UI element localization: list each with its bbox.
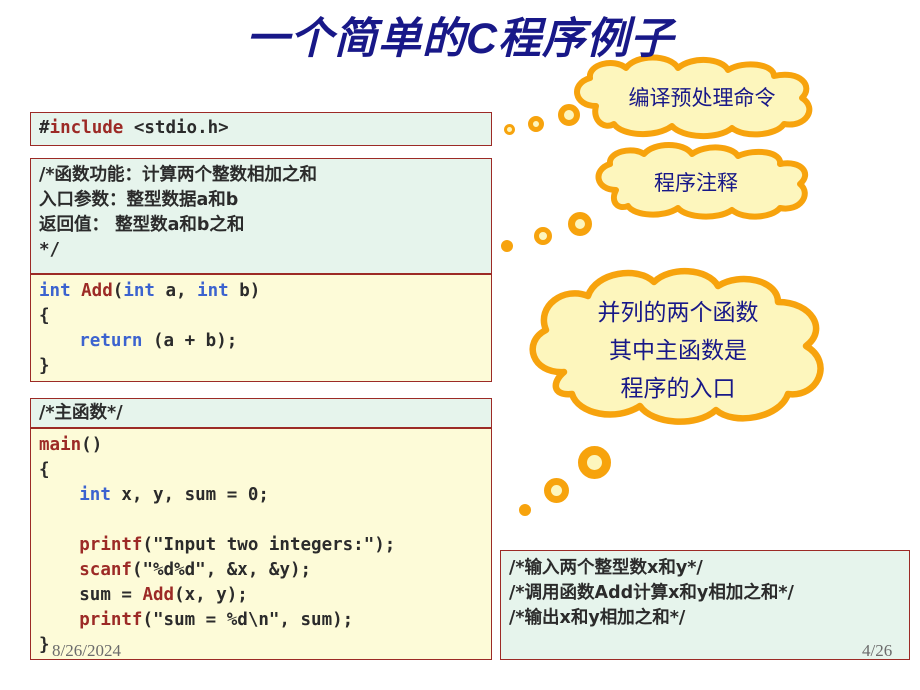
thought-bubble-small-c2 bbox=[544, 478, 569, 503]
sum-assignment-prefix: sum = bbox=[79, 585, 143, 605]
function-call-printf-result: printf bbox=[79, 610, 143, 630]
scanf-args: ("%d%d", &x, &y); bbox=[131, 560, 312, 580]
func-doc-line-4: */ bbox=[39, 240, 61, 260]
keyword-int-return: int bbox=[39, 281, 71, 301]
printf-prompt-args: ("Input two integers:"); bbox=[142, 535, 396, 555]
side-doc-line-2: /*调用函数Add计算x和y相加之和*/ bbox=[509, 583, 794, 603]
func-doc-line-1: /*函数功能：计算两个整数相加之和 bbox=[39, 165, 318, 185]
thought-bubble-small-b2 bbox=[534, 227, 552, 245]
add-return-expression: (a + b); bbox=[142, 331, 238, 351]
callout-preprocess-directive: 编译预处理命令 bbox=[552, 54, 852, 140]
include-hash: # bbox=[39, 118, 50, 138]
add-open-brace: { bbox=[39, 306, 50, 326]
thought-bubble-small-a1 bbox=[504, 124, 515, 135]
page-title: 一个简单的C程序例子 bbox=[245, 15, 675, 63]
main-printf-result-line: printf("sum = %d\n", sum); bbox=[39, 608, 491, 633]
function-name-add: Add bbox=[70, 281, 113, 301]
main-declaration-line: int x, y, sum = 0; bbox=[39, 483, 491, 508]
add-close-brace: } bbox=[39, 356, 50, 376]
main-scanf-line: scanf("%d%d", &x, &y); bbox=[39, 558, 491, 583]
add-return-line: return (a + b); bbox=[39, 329, 491, 354]
thought-bubble-small-c1 bbox=[519, 504, 531, 516]
thought-bubble-small-a2 bbox=[528, 116, 544, 132]
main-open-brace: { bbox=[39, 460, 50, 480]
main-parens: () bbox=[81, 435, 103, 455]
include-directive: include bbox=[49, 118, 124, 138]
add-paren-open: ( bbox=[112, 281, 124, 301]
printf-result-args: ("sum = %d\n", sum); bbox=[142, 610, 354, 630]
comment-block-function-doc: /*函数功能：计算两个整数相加之和 入口参数：整型数据a和b 返回值： 整型数a… bbox=[30, 158, 492, 274]
keyword-return: return bbox=[79, 331, 143, 351]
side-doc-line-1: /*输入两个整型数x和y*/ bbox=[509, 558, 703, 578]
add-signature-line: int Add(int a, int b) bbox=[39, 279, 491, 304]
page-number: 4/26 bbox=[862, 641, 893, 660]
main-doc-text: /*主函数*/ bbox=[39, 403, 123, 423]
main-signature-line: main() bbox=[39, 433, 491, 458]
function-name-main: main bbox=[39, 435, 82, 455]
add-param-b: b) bbox=[228, 281, 261, 301]
thought-bubble-small-b1 bbox=[501, 240, 513, 252]
code-block-add-function: int Add(int a, int b) { return (a + b); … bbox=[30, 274, 492, 382]
main-variable-list: x, y, sum = 0; bbox=[110, 485, 269, 505]
add-param-a: a, bbox=[154, 281, 198, 301]
main-sum-assign-line: sum = Add(x, y); bbox=[39, 583, 491, 608]
keyword-int-param-b: int bbox=[197, 281, 229, 301]
function-call-add: Add bbox=[142, 585, 175, 605]
code-block-include: #include <stdio.h> bbox=[30, 112, 492, 146]
comment-block-main-doc: /*主函数*/ bbox=[30, 398, 492, 428]
side-doc-line-3: /*输出x和y相加之和*/ bbox=[509, 608, 686, 628]
keyword-int-declaration: int bbox=[79, 485, 111, 505]
keyword-int-param-a: int bbox=[123, 281, 155, 301]
slide-date: 8/26/2024 bbox=[52, 641, 121, 660]
function-call-printf-prompt: printf bbox=[79, 535, 143, 555]
add-call-args: (x, y); bbox=[174, 585, 248, 605]
code-block-main-function: main() { int x, y, sum = 0; printf("Inpu… bbox=[30, 428, 492, 660]
main-blank-line bbox=[39, 508, 491, 533]
comment-block-side-annotations: /*输入两个整型数x和y*/ /*调用函数Add计算x和y相加之和*/ /*输出… bbox=[500, 550, 910, 660]
callout-program-comment: 程序注释 bbox=[580, 142, 812, 220]
include-header: <stdio.h> bbox=[123, 118, 229, 138]
function-call-scanf: scanf bbox=[79, 560, 132, 580]
main-printf-prompt-line: printf("Input two integers:"); bbox=[39, 533, 491, 558]
callout-two-functions: 并列的两个函数 其中主函数是 程序的入口 bbox=[512, 268, 844, 426]
thought-bubble-small-c3 bbox=[578, 446, 611, 479]
func-doc-line-2: 入口参数：整型数据a和b bbox=[39, 190, 239, 210]
func-doc-line-3: 返回值： 整型数a和b之和 bbox=[39, 215, 245, 235]
